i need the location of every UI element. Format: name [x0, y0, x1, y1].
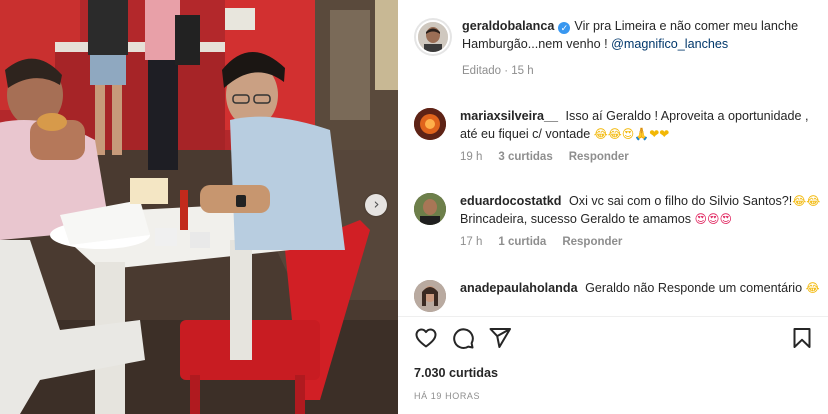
share-icon	[489, 328, 511, 348]
next-photo-button[interactable]: ›	[365, 194, 387, 216]
comment-username[interactable]: eduardocostatkd	[460, 194, 561, 208]
likes-count[interactable]: 7.030 curtidas	[414, 366, 498, 380]
commenter-avatar-image	[414, 108, 446, 140]
reply-button[interactable]: Responder	[569, 149, 629, 167]
comment-time: 17 h	[460, 236, 483, 248]
author-username[interactable]: geraldobalanca	[462, 19, 554, 33]
comment-item: anadepaulaholanda Geraldo não Responde u…	[414, 280, 822, 312]
comment-item: mariaxsilveira__ Isso aí Geraldo ! Aprov…	[414, 108, 822, 167]
verified-icon: ✓	[558, 22, 571, 34]
heart-icon	[415, 328, 437, 348]
post-caption: geraldobalanca ✓ Vir pra Limeira e não com…	[414, 18, 822, 81]
post-photo[interactable]: ›	[0, 0, 398, 414]
edited-label: Editado · 15 h	[462, 65, 534, 77]
share-button[interactable]	[488, 326, 514, 352]
comment-likes[interactable]: 3 curtidas	[498, 149, 552, 167]
bookmark-icon	[793, 328, 811, 348]
comment-username[interactable]: mariaxsilveira__	[460, 109, 558, 123]
comment-emojis-mid: 😂😂	[792, 194, 821, 208]
actions-divider	[398, 316, 828, 317]
chevron-right-icon: ›	[373, 195, 380, 213]
comment-icon	[453, 328, 474, 349]
commenter-avatar[interactable]	[414, 280, 446, 312]
comment-item: eduardocostatkd Oxi vc sai com o filho d…	[414, 193, 822, 252]
save-button[interactable]	[790, 326, 816, 352]
comment-text-2: Brincadeira, sucesso Geraldo te amamos	[460, 211, 691, 226]
comment-emojis: 😂😂😍🙏❤❤	[593, 126, 670, 141]
post-time-ago[interactable]: HÁ 19 HORAS	[414, 391, 480, 401]
author-avatar-image	[418, 22, 448, 52]
action-bar	[414, 326, 816, 352]
commenter-avatar-image	[414, 193, 446, 225]
caption-mention[interactable]: @magnifico_lanches	[611, 37, 728, 51]
reply-button[interactable]: Responder	[562, 234, 622, 252]
photo-illustration	[0, 0, 398, 414]
comment-text: Oxi vc sai com o filho do Silvio Santos?…	[568, 194, 793, 208]
comment-emojis: 😍😍😍	[694, 211, 733, 226]
author-avatar[interactable]	[414, 18, 452, 56]
commenter-avatar[interactable]	[414, 193, 446, 225]
comment-text: Geraldo não Responde um comentário	[585, 281, 803, 295]
like-button[interactable]	[414, 326, 440, 352]
comment-button[interactable]	[451, 326, 477, 352]
commenter-avatar[interactable]	[414, 108, 446, 140]
comment-time: 19 h	[460, 151, 483, 163]
commenter-avatar-image	[414, 280, 446, 312]
comment-username[interactable]: anadepaulaholanda	[460, 281, 578, 295]
comment-likes[interactable]: 1 curtida	[498, 234, 546, 252]
post-sidebar: geraldobalanca ✓ Vir pra Limeira e não com…	[398, 0, 828, 414]
comment-emojis: 😂	[805, 281, 820, 295]
